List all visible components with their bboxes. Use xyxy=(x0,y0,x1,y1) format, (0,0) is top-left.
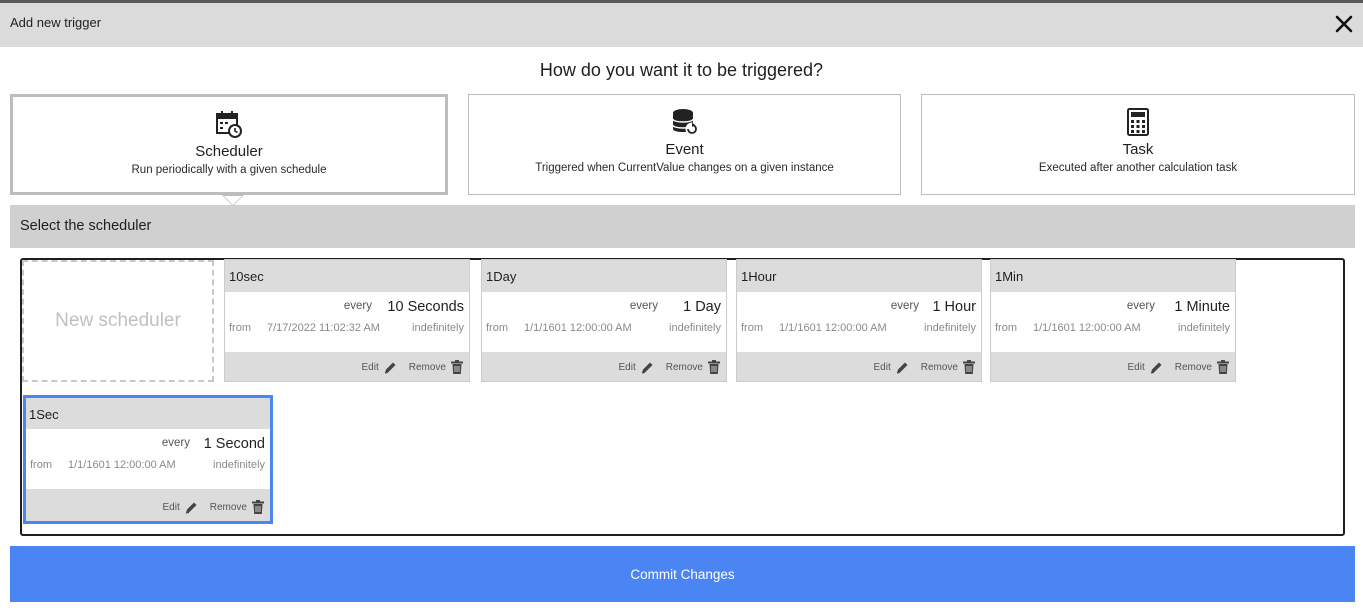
trigger-type-desc: Run periodically with a given schedule xyxy=(131,164,327,176)
scheduler-details: every 1 Hour from 1/1/1601 12:00:00 AM i… xyxy=(737,292,981,352)
scheduler-card[interactable]: 1Hour every 1 Hour from 1/1/1601 12:00:0… xyxy=(736,259,982,382)
until-value: indefinitely xyxy=(669,322,721,334)
edit-label: Edit xyxy=(1127,361,1145,373)
edit-button[interactable]: Edit xyxy=(362,361,397,374)
remove-label: Remove xyxy=(665,361,703,373)
section-title: Select the scheduler xyxy=(20,218,152,234)
trash-icon xyxy=(963,360,975,374)
scheduler-card[interactable]: 1Min every 1 Minute from 1/1/1601 12:00:… xyxy=(990,259,1236,382)
edit-label: Edit xyxy=(162,501,180,513)
calculator-icon xyxy=(1127,108,1149,136)
edit-button[interactable]: Edit xyxy=(1128,361,1163,374)
until-value: indefinitely xyxy=(213,459,265,471)
from-label: from xyxy=(486,322,508,334)
remove-label: Remove xyxy=(920,361,958,373)
trash-icon xyxy=(708,360,720,374)
remove-button[interactable]: Remove xyxy=(666,360,720,374)
until-value: indefinitely xyxy=(924,322,976,334)
commit-changes-button[interactable]: Commit Changes xyxy=(10,546,1355,602)
from-value: 1/1/1601 12:00:00 AM xyxy=(68,459,176,471)
every-value: 1 Second xyxy=(203,436,265,452)
edit-button[interactable]: Edit xyxy=(163,501,198,514)
from-label: from xyxy=(30,459,52,471)
trigger-type-desc: Triggered when CurrentValue changes on a… xyxy=(535,162,834,174)
from-label: from xyxy=(995,322,1017,334)
trigger-type-name: Scheduler xyxy=(195,143,263,160)
scheduler-name: 10sec xyxy=(229,269,264,284)
trash-icon xyxy=(252,500,264,514)
pencil-icon xyxy=(641,362,653,373)
remove-label: Remove xyxy=(209,501,247,513)
scheduler-card[interactable]: 10sec every 10 Seconds from 7/17/2022 11… xyxy=(224,259,470,382)
pencil-icon xyxy=(185,502,197,513)
until-value: indefinitely xyxy=(1178,322,1230,334)
every-value: 1 Hour xyxy=(932,299,976,315)
scheduler-details: every 10 Seconds from 7/17/2022 11:02:32… xyxy=(225,292,469,352)
card-actions: Edit Remove xyxy=(874,360,975,374)
remove-button[interactable]: Remove xyxy=(1175,360,1229,374)
dialog-title-bar: Add new trigger xyxy=(0,3,1363,47)
card-actions: Edit Remove xyxy=(619,360,720,374)
calendar-clock-icon xyxy=(216,111,242,138)
from-value: 7/17/2022 11:02:32 AM xyxy=(267,322,380,334)
every-label: every xyxy=(343,300,372,312)
edit-label: Edit xyxy=(361,361,379,373)
every-value: 1 Day xyxy=(683,299,721,315)
pencil-icon xyxy=(896,362,908,373)
pencil-icon xyxy=(384,362,396,373)
every-label: every xyxy=(161,437,190,449)
from-value: 1/1/1601 12:00:00 AM xyxy=(779,322,887,334)
from-label: from xyxy=(741,322,763,334)
every-label: every xyxy=(890,300,919,312)
scheduler-details: every 1 Minute from 1/1/1601 12:00:00 AM… xyxy=(991,292,1235,352)
edit-button[interactable]: Edit xyxy=(619,361,654,374)
trash-icon xyxy=(1217,360,1229,374)
trash-icon xyxy=(451,360,463,374)
every-label: every xyxy=(1126,300,1155,312)
every-value: 10 Seconds xyxy=(387,299,464,315)
trigger-type-name: Task xyxy=(1122,141,1154,158)
close-icon[interactable] xyxy=(1331,11,1357,37)
edit-button[interactable]: Edit xyxy=(874,361,909,374)
every-label: every xyxy=(629,300,658,312)
remove-button[interactable]: Remove xyxy=(210,500,264,514)
dialog-title: Add new trigger xyxy=(10,15,102,30)
trigger-type-name: Event xyxy=(665,141,704,158)
database-refresh-icon xyxy=(671,109,698,136)
from-label: from xyxy=(229,322,251,334)
until-value: indefinitely xyxy=(412,322,464,334)
remove-label: Remove xyxy=(1174,361,1212,373)
scheduler-card-selected[interactable]: 1Sec every 1 Second from 1/1/1601 12:00:… xyxy=(23,395,273,524)
new-scheduler-button[interactable]: New scheduler xyxy=(22,260,214,382)
trigger-type-scheduler[interactable]: Scheduler Run periodically with a given … xyxy=(10,94,448,195)
remove-button[interactable]: Remove xyxy=(409,360,463,374)
scheduler-details: every 1 Second from 1/1/1601 12:00:00 AM… xyxy=(26,429,270,489)
trigger-type-desc: Executed after another calculation task xyxy=(1038,162,1238,174)
remove-label: Remove xyxy=(408,361,446,373)
card-actions: Edit Remove xyxy=(1128,360,1229,374)
selection-pointer xyxy=(224,196,242,205)
scheduler-name: 1Hour xyxy=(741,269,777,284)
scheduler-name: 1Min xyxy=(995,269,1024,284)
every-value: 1 Minute xyxy=(1174,299,1230,315)
trigger-type-task[interactable]: Task Executed after another calculation … xyxy=(921,94,1355,195)
scheduler-name: 1Sec xyxy=(29,407,59,422)
edit-label: Edit xyxy=(618,361,636,373)
scheduler-details: every 1 Day from 1/1/1601 12:00:00 AM in… xyxy=(482,292,726,352)
section-header: Select the scheduler xyxy=(10,205,1355,248)
from-value: 1/1/1601 12:00:00 AM xyxy=(1033,322,1141,334)
trigger-type-event[interactable]: Event Triggered when CurrentValue change… xyxy=(468,94,901,195)
card-actions: Edit Remove xyxy=(163,500,264,514)
remove-button[interactable]: Remove xyxy=(921,360,975,374)
trigger-question: How do you want it to be triggered? xyxy=(539,60,824,80)
scheduler-card[interactable]: 1Day every 1 Day from 1/1/1601 12:00:00 … xyxy=(481,259,727,382)
scheduler-name: 1Day xyxy=(486,269,517,284)
edit-label: Edit xyxy=(873,361,891,373)
card-actions: Edit Remove xyxy=(362,360,463,374)
pencil-icon xyxy=(1150,362,1162,373)
from-value: 1/1/1601 12:00:00 AM xyxy=(524,322,632,334)
